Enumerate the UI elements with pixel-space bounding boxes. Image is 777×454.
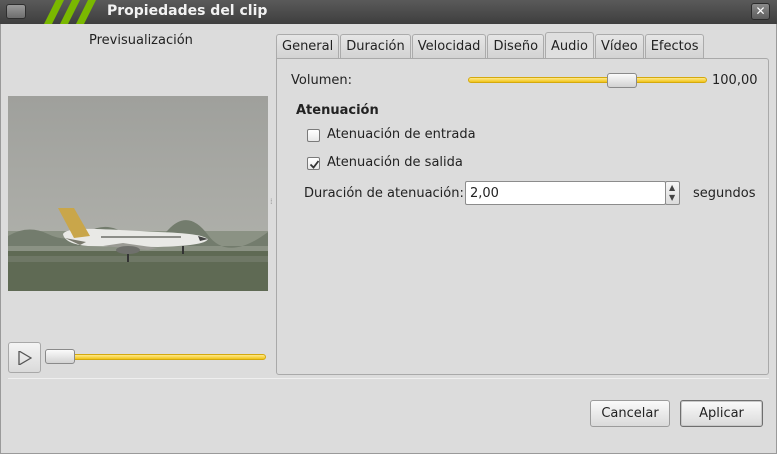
tab-bar: General Duración Velocidad Diseño Audio … xyxy=(276,32,705,59)
title-bar: Propiedades del clip ✕ xyxy=(0,0,777,24)
cancel-button[interactable]: Cancelar xyxy=(590,400,670,427)
volume-label: Volumen: xyxy=(291,73,352,88)
tab-general[interactable]: General xyxy=(276,34,340,59)
tab-duracion[interactable]: Duración xyxy=(340,34,411,59)
separator xyxy=(8,378,769,379)
video-preview xyxy=(8,96,268,291)
tab-video[interactable]: Vídeo xyxy=(594,34,644,59)
fade-in-checkbox[interactable] xyxy=(307,129,320,142)
preview-label: Previsualización xyxy=(89,33,193,48)
fade-out-label[interactable]: Atenuación de salida xyxy=(327,155,463,170)
close-button[interactable]: ✕ xyxy=(751,3,770,20)
fade-heading: Atenuación xyxy=(296,103,379,118)
fade-duration-label: Duración de atenuación: xyxy=(304,186,464,201)
volume-value: 100,00 xyxy=(712,73,758,88)
seek-slider-thumb[interactable] xyxy=(45,349,75,364)
tab-velocidad[interactable]: Velocidad xyxy=(411,34,487,59)
stepper-down-icon[interactable]: ▼ xyxy=(669,194,675,202)
play-icon xyxy=(18,351,32,365)
stepper-up-icon[interactable]: ▲ xyxy=(669,184,675,192)
volume-slider-track[interactable] xyxy=(468,77,707,83)
play-button[interactable] xyxy=(8,342,41,373)
volume-slider-thumb[interactable] xyxy=(607,73,637,88)
window-title: Propiedades del clip xyxy=(107,3,268,19)
tab-efectos[interactable]: Efectos xyxy=(644,34,705,59)
apply-button[interactable]: Aplicar xyxy=(680,400,763,427)
seek-slider-track[interactable] xyxy=(47,354,266,360)
fade-duration-input[interactable] xyxy=(465,181,666,205)
pane-splitter[interactable]: ⁞ xyxy=(270,198,274,210)
tab-diseno[interactable]: Diseño xyxy=(487,34,545,59)
tab-audio[interactable]: Audio xyxy=(545,32,594,59)
window-menu-button[interactable] xyxy=(6,4,26,19)
fade-out-checkbox[interactable] xyxy=(307,157,320,170)
fade-duration-stepper[interactable]: ▲ ▼ xyxy=(665,181,680,205)
close-icon: ✕ xyxy=(755,4,766,18)
fade-in-label[interactable]: Atenuación de entrada xyxy=(327,127,476,142)
fade-duration-unit: segundos xyxy=(693,186,756,201)
checkmark-icon xyxy=(309,160,320,169)
